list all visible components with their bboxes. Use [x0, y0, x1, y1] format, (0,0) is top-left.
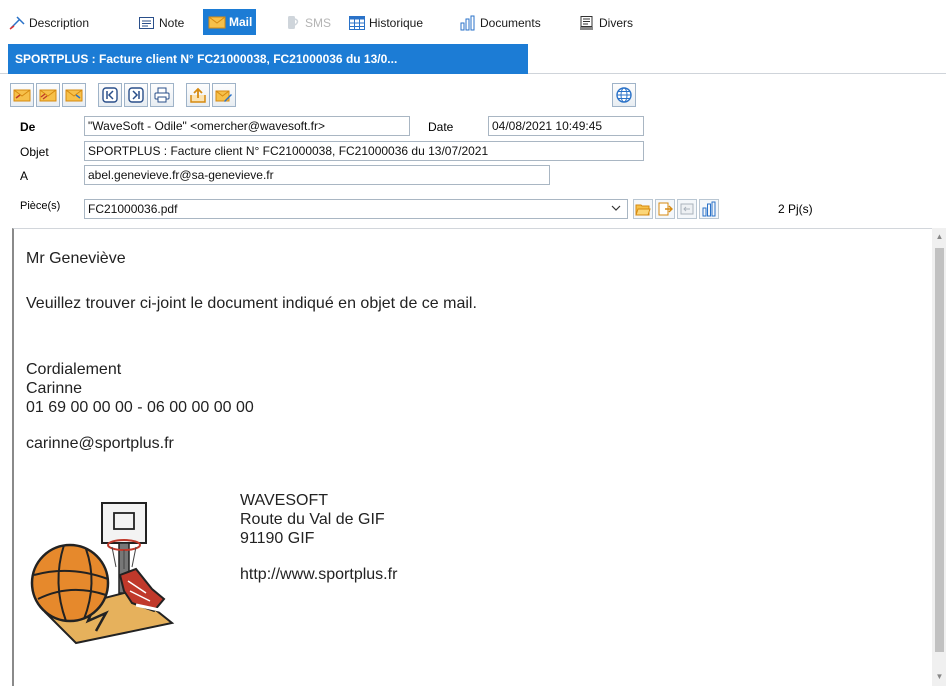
export-button[interactable]	[186, 83, 210, 107]
edit-button[interactable]	[212, 83, 236, 107]
from-label: De	[20, 120, 36, 134]
sender-phones: 01 69 00 00 00 - 06 00 00 00 00	[26, 399, 254, 416]
tab-label: SMS	[305, 16, 332, 30]
misc-icon	[578, 15, 596, 31]
tab-label: Description	[29, 16, 90, 30]
calendar-icon	[348, 15, 366, 31]
phone-icon	[284, 15, 302, 31]
chevron-down-icon	[611, 205, 621, 211]
signature-city: 91190 GIF	[240, 530, 315, 547]
tab-note[interactable]: Note	[138, 11, 184, 35]
save-attachment-button[interactable]	[655, 199, 675, 219]
mail-header: De "WaveSoft - Odile" <omercher@wavesoft…	[0, 112, 946, 228]
print-icon	[154, 87, 170, 103]
pin-icon	[8, 15, 26, 31]
vertical-scrollbar[interactable]: ▲ ▼	[932, 228, 946, 686]
tab-label: Historique	[369, 16, 424, 30]
previous-icon	[102, 87, 118, 103]
mail-toolbar	[10, 83, 940, 109]
reply-all-icon	[39, 89, 57, 102]
delete-attachment-button	[677, 199, 697, 219]
save-out-icon	[658, 202, 673, 216]
signature-street: Route du Val de GIF	[240, 511, 385, 528]
subject-label: Objet	[20, 145, 49, 159]
tab-label: Mail	[229, 15, 253, 29]
forward-icon	[65, 89, 83, 102]
subject-tab[interactable]: SPORTPLUS : Facture client N° FC21000038…	[8, 44, 528, 74]
attachment-count: 2 Pj(s)	[778, 202, 813, 216]
greeting: Mr Geneviève	[26, 250, 126, 267]
print-button[interactable]	[150, 83, 174, 107]
remove-attachment-icon	[680, 203, 694, 215]
web-button[interactable]	[612, 83, 636, 107]
attachment-selected: FC21000036.pdf	[88, 202, 178, 216]
signature-company: WAVESOFT	[240, 492, 328, 509]
documents-icon	[459, 15, 477, 31]
scroll-up-icon[interactable]: ▲	[935, 232, 944, 242]
scroll-down-icon[interactable]: ▼	[935, 672, 944, 682]
open-attachment-button[interactable]	[633, 199, 653, 219]
tab-mail[interactable]: Mail	[203, 9, 257, 35]
to-label: A	[20, 169, 29, 183]
signature-website[interactable]: http://www.sportplus.fr	[240, 565, 397, 584]
tab-sms: SMS	[284, 11, 331, 35]
tab-description[interactable]: Description	[8, 11, 89, 35]
reply-all-button[interactable]	[36, 83, 60, 107]
note-icon	[138, 15, 156, 31]
scroll-thumb[interactable]	[935, 248, 944, 652]
subject-bar: SPORTPLUS : Facture client N° FC21000038…	[0, 44, 946, 74]
message-body[interactable]: Mr Geneviève Veuillez trouver ci-joint l…	[12, 228, 932, 686]
documents-attachment-button[interactable]	[699, 199, 719, 219]
attachments-select[interactable]: FC21000036.pdf	[84, 199, 628, 219]
tab-label: Divers	[599, 16, 634, 30]
documents-icon	[702, 201, 716, 217]
forward-button[interactable]	[62, 83, 86, 107]
tab-divers[interactable]: Divers	[578, 11, 633, 35]
from-field[interactable]: "WaveSoft - Odile" <omercher@wavesoft.fr…	[84, 116, 410, 136]
tab-label: Note	[159, 16, 185, 30]
reply-button[interactable]	[10, 83, 34, 107]
previous-button[interactable]	[98, 83, 122, 107]
date-field[interactable]: 04/08/2021 10:49:45	[488, 116, 644, 136]
folder-open-icon	[635, 204, 651, 216]
tab-label: Documents	[480, 16, 541, 30]
sender-name: Carinne	[26, 380, 83, 397]
tab-documents[interactable]: Documents	[459, 11, 541, 35]
reply-icon	[13, 89, 31, 102]
sender-email[interactable]: carinne@sportplus.fr	[26, 434, 174, 453]
edit-icon	[215, 90, 232, 102]
date-label: Date	[428, 120, 454, 134]
next-icon	[128, 87, 144, 103]
closing: Cordialement	[26, 361, 122, 378]
subject-field[interactable]: SPORTPLUS : Facture client N° FC21000038…	[84, 141, 644, 161]
web-icon	[616, 87, 632, 103]
tab-historique[interactable]: Historique	[348, 11, 423, 35]
message-line: Veuillez trouver ci-joint le document in…	[26, 295, 477, 312]
tab-bar: Description Note Mail SMS Historique Doc…	[0, 0, 946, 44]
next-button[interactable]	[124, 83, 148, 107]
to-field[interactable]: abel.genevieve.fr@sa-genevieve.fr	[84, 165, 550, 185]
attachments-label: Pièce(s)	[20, 200, 61, 212]
export-icon	[190, 87, 206, 103]
envelope-icon	[208, 14, 226, 30]
basketball-logo	[30, 502, 175, 645]
